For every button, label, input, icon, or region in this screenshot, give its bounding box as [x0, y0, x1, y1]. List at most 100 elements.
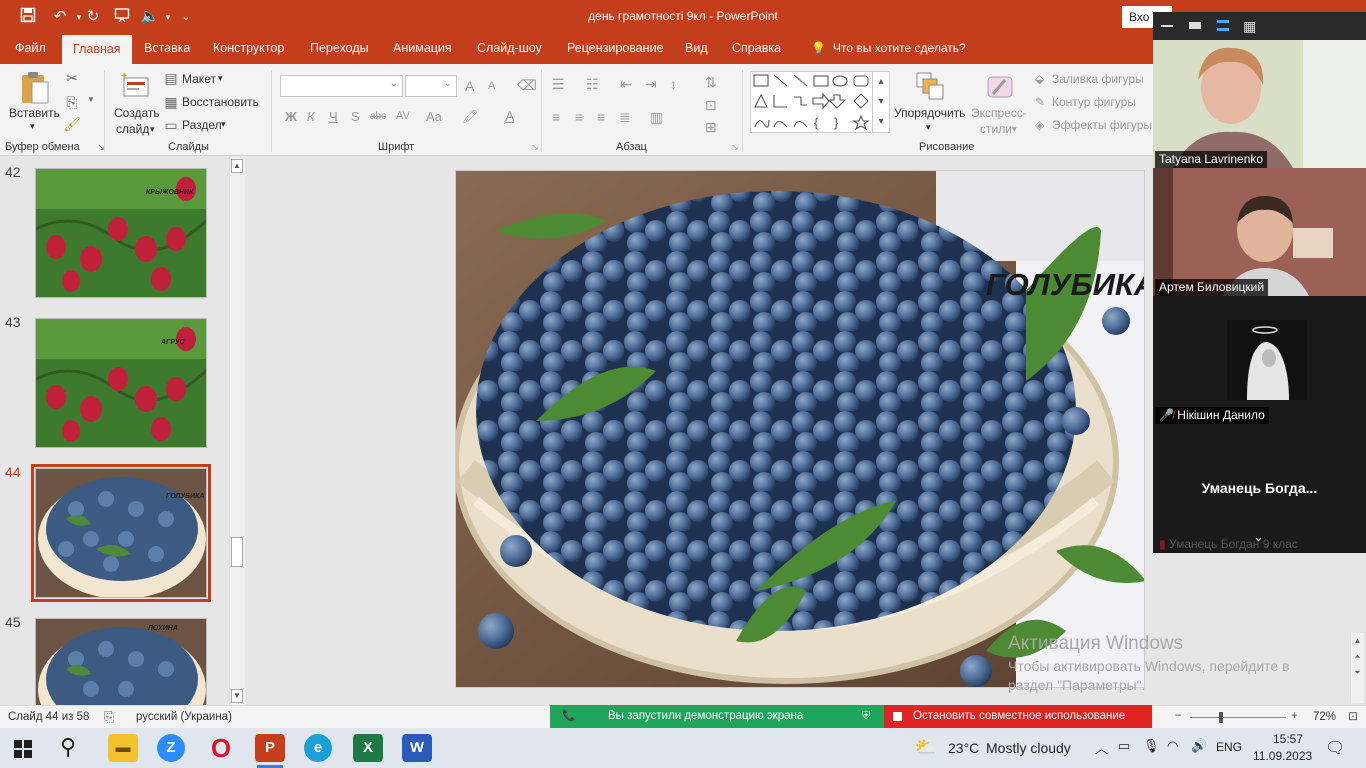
font-size-combo[interactable]: ⌄: [405, 75, 457, 97]
format-painter-icon[interactable]: 🖌: [63, 116, 81, 133]
scrollbar-thumb[interactable]: [231, 537, 243, 567]
edge-icon[interactable]: e: [304, 734, 332, 762]
clock-time[interactable]: 15:57: [1263, 732, 1313, 746]
zoom-app-icon[interactable]: Z: [157, 734, 185, 762]
font-name-combo[interactable]: ⌄: [280, 75, 403, 97]
shape-fill-button[interactable]: Заливка фигуры: [1052, 72, 1144, 86]
justify-icon[interactable]: ≣: [619, 109, 631, 126]
arrange-button[interactable]: Упорядочить: [894, 106, 965, 120]
zoom-out-icon[interactable]: −: [1175, 710, 1182, 722]
char-spacing-button[interactable]: AV: [396, 110, 410, 122]
tab-slideshow[interactable]: Слайд-шоу: [469, 33, 550, 64]
shapes-gallery-scroll[interactable]: ▴ ▾ ▾: [872, 72, 889, 132]
current-slide[interactable]: ГОЛУБИКА: [455, 170, 1145, 688]
volume-icon[interactable]: 🔊: [1191, 738, 1207, 754]
zoom-slider[interactable]: [1190, 717, 1286, 718]
video-tile[interactable]: 🎤̸ Нікішин Данило: [1153, 296, 1366, 424]
cut-icon[interactable]: ✂: [63, 70, 81, 87]
copy-icon[interactable]: ⎘: [63, 94, 81, 111]
tab-animations[interactable]: Анимация: [385, 33, 460, 64]
underline-button[interactable]: Ч: [329, 109, 338, 124]
tab-transitions[interactable]: Переходы: [302, 33, 377, 64]
smartart-icon[interactable]: ⊞: [705, 119, 717, 136]
italic-button[interactable]: К: [307, 109, 315, 124]
align-right-icon[interactable]: ≡: [597, 109, 605, 125]
paste-button[interactable]: Вставить: [9, 106, 60, 120]
tab-review[interactable]: Рецензирование: [559, 33, 672, 64]
paste-icon[interactable]: [18, 70, 52, 106]
new-slide-button[interactable]: Создать: [114, 106, 160, 120]
slide-thumbnail-43[interactable]: АГРУС: [35, 318, 207, 448]
bold-button[interactable]: Ж: [285, 109, 297, 124]
zoom-in-icon[interactable]: +: [1291, 710, 1298, 722]
shape-effects-button[interactable]: Эффекты фигуры: [1052, 118, 1152, 132]
notifications-icon[interactable]: 🗨: [1325, 738, 1345, 758]
prev-slide-icon[interactable]: ⏶: [1351, 649, 1364, 665]
increase-indent-icon[interactable]: ⇥: [645, 76, 657, 93]
file-explorer-icon[interactable]: ▬: [108, 734, 138, 762]
shadow-button[interactable]: S: [351, 109, 360, 124]
highlight-icon[interactable]: 🖍: [462, 109, 479, 125]
input-language[interactable]: ENG: [1216, 740, 1242, 754]
scroll-up-icon[interactable]: ▲: [231, 159, 243, 173]
stop-share-button[interactable]: Остановить совместное использование: [884, 705, 1152, 728]
font-color-icon[interactable]: A: [505, 108, 514, 124]
gallery-view-icon[interactable]: ▦: [1243, 18, 1256, 35]
numbering-icon[interactable]: ☷: [586, 76, 599, 93]
tell-me-search[interactable]: Что вы хотите сделать?: [825, 33, 974, 64]
copy-dropdown-icon[interactable]: ▾: [82, 94, 100, 105]
arrange-dropdown-icon[interactable]: ▾: [926, 122, 931, 133]
decrease-indent-icon[interactable]: ⇤: [620, 76, 632, 93]
tab-insert[interactable]: Вставка: [136, 33, 198, 64]
tab-view[interactable]: Вид: [677, 33, 716, 64]
weather-text[interactable]: Mostly cloudy: [986, 740, 1071, 756]
powerpoint-icon[interactable]: P: [255, 734, 285, 762]
shapes-gallery[interactable]: { }: [750, 71, 890, 133]
strikethrough-button[interactable]: abc: [370, 111, 386, 122]
zoom-slider-thumb[interactable]: [1219, 712, 1223, 723]
slide-thumbnail-45[interactable]: ЛОХИНА: [35, 618, 207, 705]
quick-styles-button-line2[interactable]: стили: [980, 122, 1012, 136]
layout-button[interactable]: Макет: [182, 72, 216, 86]
text-direction-icon[interactable]: ⇅: [705, 74, 717, 91]
battery-icon[interactable]: ▭: [1118, 738, 1130, 754]
section-dropdown-icon[interactable]: ▾: [221, 119, 226, 130]
strip-view-icon[interactable]: [1217, 20, 1229, 31]
microphone-icon[interactable]: 🎙: [1143, 738, 1160, 754]
video-tile[interactable]: Артем Биловицкий: [1153, 168, 1366, 296]
windows-start-icon[interactable]: [14, 740, 32, 758]
video-tile[interactable]: Tatyana Lavrinenko: [1153, 40, 1366, 168]
quick-styles-dropdown-icon[interactable]: ▾: [1012, 124, 1017, 135]
weather-temp[interactable]: 23°C: [948, 740, 979, 756]
search-icon[interactable]: ⚲: [60, 734, 76, 760]
spellcheck-icon[interactable]: ⎘: [104, 709, 114, 725]
align-center-icon[interactable]: ≡: [575, 109, 583, 125]
shrink-font-icon[interactable]: A: [488, 80, 495, 92]
layout-dropdown-icon[interactable]: ▾: [218, 73, 223, 84]
tab-home[interactable]: Главная: [62, 35, 132, 64]
clipboard-launcher-icon[interactable]: ↘: [92, 142, 110, 153]
slide-thumbnail-42[interactable]: КРЫЖОВНИК: [35, 168, 207, 298]
zoom-level[interactable]: 72%: [1313, 711, 1336, 723]
scroll-up-icon[interactable]: ▲: [1351, 633, 1364, 649]
arrange-icon[interactable]: [914, 70, 946, 102]
excel-icon[interactable]: X: [353, 734, 383, 762]
section-button[interactable]: Раздел: [182, 118, 222, 132]
wifi-icon[interactable]: ◠: [1167, 738, 1178, 754]
minimize-icon[interactable]: [1161, 25, 1173, 27]
fit-slide-icon[interactable]: ⊡: [1348, 709, 1358, 723]
tab-design[interactable]: Конструктор: [205, 33, 292, 64]
align-left-icon[interactable]: ≡: [552, 109, 560, 125]
quick-styles-icon[interactable]: [985, 72, 1015, 102]
align-text-icon[interactable]: ⊡: [705, 97, 717, 114]
slide-thumbnail-44[interactable]: ГОЛУБИКА: [31, 464, 211, 602]
reset-button[interactable]: Восстановить: [182, 95, 259, 109]
change-case-button[interactable]: Aa: [426, 109, 442, 124]
thumbnail-scrollbar[interactable]: ▲ ▼: [229, 157, 245, 705]
speaker-view-icon[interactable]: [1189, 22, 1201, 29]
paste-dropdown-icon[interactable]: ▾: [30, 121, 35, 132]
opera-icon[interactable]: O: [206, 734, 236, 762]
tab-file[interactable]: Файл: [7, 33, 54, 64]
clear-formatting-icon[interactable]: ⌫: [517, 77, 537, 94]
line-spacing-icon[interactable]: ↕: [670, 76, 677, 92]
